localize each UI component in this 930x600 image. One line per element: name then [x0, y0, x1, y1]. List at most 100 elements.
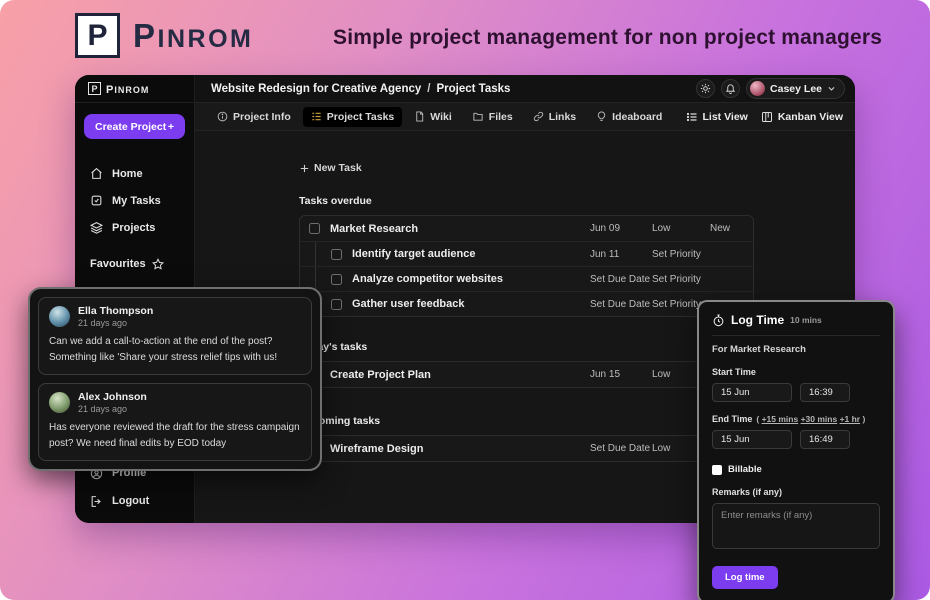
end-time-input[interactable] — [800, 430, 850, 449]
add-30-mins-link[interactable]: +30 mins — [801, 414, 838, 424]
task-due-date[interactable]: Set Due Date — [590, 299, 652, 310]
tasks-overdue-table: Market Research Jun 09 Low New Identify … — [299, 215, 754, 317]
avatar — [49, 392, 70, 413]
favourites-label: Favourites — [90, 258, 146, 270]
kanban-view-toggle[interactable]: Kanban View — [761, 111, 843, 123]
sidebar-item-logout[interactable]: Logout — [75, 487, 194, 515]
tab-project-info[interactable]: Project Info — [209, 107, 299, 127]
plus-icon: + — [167, 120, 174, 133]
list-view-toggle[interactable]: List View — [686, 111, 748, 123]
add-15-mins-link[interactable]: +15 mins — [762, 414, 799, 424]
tab-links[interactable]: Links — [525, 107, 584, 127]
star-icon — [151, 258, 164, 270]
comment-card[interactable]: Alex Johnson 21 days ago Has everyone re… — [38, 383, 312, 461]
sidebar-item-label: Home — [112, 167, 143, 180]
task-title[interactable]: Wireframe Design — [330, 443, 590, 455]
remarks-textarea[interactable] — [712, 503, 880, 549]
task-row[interactable]: Wireframe Design Set Due Date Low — [300, 436, 753, 461]
todays-tasks-table: Create Project Plan Jun 15 Low — [299, 361, 754, 388]
tab-ideaboard[interactable]: Ideaboard — [588, 107, 670, 127]
task-due-date[interactable]: Jun 09 — [590, 223, 652, 234]
comments-popup: Ella Thompson 21 days ago Can we add a c… — [28, 287, 322, 471]
task-row[interactable]: Market Research Jun 09 Low New — [300, 216, 753, 241]
sidebar-logo-text: PINROM — [106, 83, 150, 96]
tab-label: Project Tasks — [326, 110, 395, 123]
upcoming-tasks-table: Wireframe Design Set Due Date Low — [299, 435, 754, 462]
end-date-input[interactable] — [712, 430, 792, 449]
view-toggles: List View Kanban View — [686, 111, 843, 123]
brand-tagline: Simple project management for non projec… — [333, 26, 883, 49]
topbar-actions: Casey Lee — [696, 78, 845, 99]
create-project-button[interactable]: Create Project + — [84, 114, 185, 139]
tab-label: Files — [488, 110, 513, 123]
task-status[interactable]: New — [710, 223, 743, 234]
list-view-label: List View — [702, 110, 748, 123]
subtask-row[interactable]: Gather user feedback Set Due Date Set Pr… — [300, 291, 753, 316]
new-task-label: New Task — [314, 162, 362, 174]
task-checkbox[interactable] — [331, 248, 342, 260]
subtask-row[interactable]: Identify target audience Jun 11 Set Prio… — [300, 241, 753, 266]
log-time-button[interactable]: Log time — [712, 566, 778, 589]
brand-logo-mark: P — [75, 13, 120, 58]
sidebar-item-label: My Tasks — [112, 194, 161, 207]
task-due-date[interactable]: Set Due Date — [590, 443, 652, 454]
breadcrumb-separator: / — [427, 82, 431, 95]
new-task-button[interactable]: New Task — [299, 162, 362, 174]
start-date-input[interactable] — [712, 383, 792, 402]
start-time-input[interactable] — [800, 383, 850, 402]
log-time-title: Log Time — [731, 313, 785, 327]
task-checkbox[interactable] — [309, 223, 320, 234]
task-title[interactable]: Create Project Plan — [330, 369, 590, 381]
sidebar-item-home[interactable]: Home — [75, 160, 194, 187]
create-project-label: Create Project — [95, 120, 167, 133]
billable-label: Billable — [728, 464, 762, 475]
sidebar-logo: P PINROM — [75, 75, 194, 103]
log-time-duration: 10 mins — [790, 315, 822, 325]
breadcrumb: Website Redesign for Creative Agency / P… — [211, 83, 510, 95]
task-title[interactable]: Analyze competitor websites — [352, 273, 590, 285]
sidebar-item-my-tasks[interactable]: My Tasks — [75, 187, 194, 214]
sidebar-favourites[interactable]: Favourites — [75, 258, 194, 270]
sidebar-item-projects[interactable]: Projects — [75, 214, 194, 241]
user-avatar — [750, 81, 766, 96]
task-due-date[interactable]: Jun 11 — [590, 249, 652, 260]
task-checkbox[interactable] — [331, 298, 342, 310]
user-menu[interactable]: Casey Lee — [746, 78, 845, 99]
breadcrumb-page: Project Tasks — [436, 82, 511, 95]
comment-card[interactable]: Ella Thompson 21 days ago Can we add a c… — [38, 297, 312, 375]
task-priority[interactable]: Set Priority — [652, 249, 710, 260]
task-title[interactable]: Identify target audience — [352, 248, 590, 260]
theme-toggle-button[interactable] — [696, 79, 716, 98]
home-icon — [90, 167, 103, 180]
billable-checkbox[interactable] — [712, 464, 722, 475]
kanban-view-icon — [761, 111, 773, 123]
comment-author: Ella Thompson — [78, 305, 154, 317]
tab-project-tasks[interactable]: Project Tasks — [302, 106, 403, 127]
tab-label: Links — [548, 110, 577, 123]
task-due-date[interactable]: Set Due Date — [590, 274, 652, 285]
folder-icon — [472, 111, 484, 122]
task-due-date[interactable]: Jun 15 — [590, 369, 652, 380]
task-row[interactable]: Create Project Plan Jun 15 Low — [300, 362, 753, 387]
task-checkbox[interactable] — [331, 273, 342, 285]
tab-files[interactable]: Files — [464, 107, 521, 127]
breadcrumb-project[interactable]: Website Redesign for Creative Agency — [211, 83, 421, 95]
end-time-quick-links: ( +15 mins +30 mins +1 hr ) — [756, 414, 866, 424]
notifications-button[interactable] — [721, 79, 741, 98]
bell-icon — [725, 83, 736, 94]
comment-author: Alex Johnson — [78, 391, 147, 403]
chevron-down-icon — [827, 84, 836, 93]
task-priority[interactable]: Low — [652, 223, 710, 234]
lightbulb-icon — [596, 111, 607, 122]
stopwatch-icon — [712, 314, 725, 327]
end-time-label: End Time ( +15 mins +30 mins +1 hr ) — [712, 414, 866, 424]
tab-wiki[interactable]: Wiki — [406, 107, 460, 127]
task-title[interactable]: Market Research — [330, 223, 590, 235]
link-icon — [533, 111, 544, 122]
subtask-row[interactable]: Analyze competitor websites Set Due Date… — [300, 266, 753, 291]
task-priority[interactable]: Set Priority — [652, 274, 710, 285]
task-title[interactable]: Gather user feedback — [352, 298, 590, 310]
add-1-hr-link[interactable]: +1 hr — [840, 414, 861, 424]
tab-label: Project Info — [233, 110, 291, 123]
sidebar-logo-mark: P — [88, 82, 101, 95]
